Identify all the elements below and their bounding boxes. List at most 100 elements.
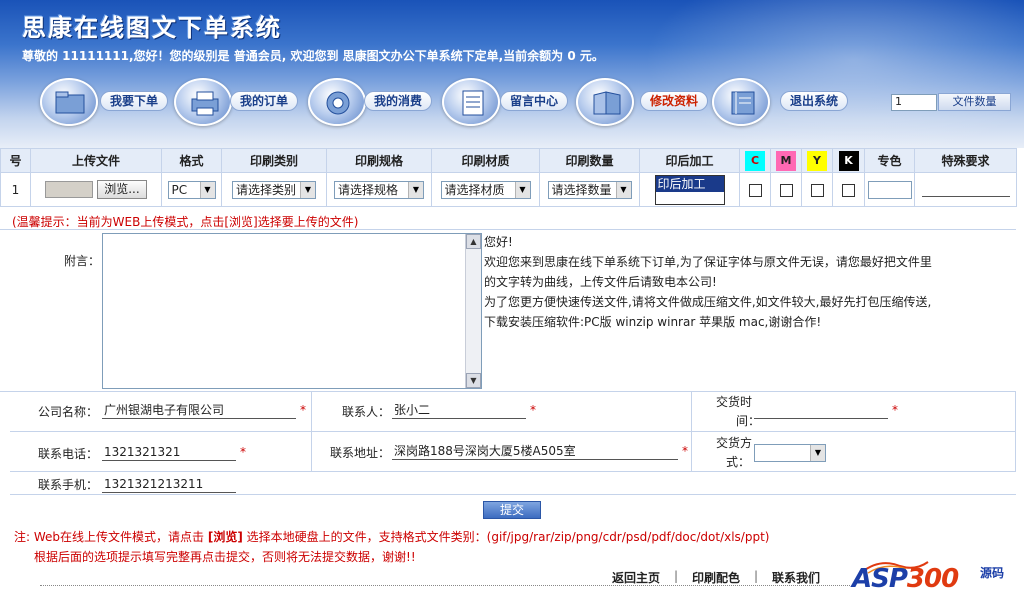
notice-line: 下载安装压缩软件:PC版 winzip winrar 苹果版 mac,谢谢合作!	[484, 315, 822, 329]
notice-line: 为了您更方便快速传送文件,请将文件做成压缩文件,如文件较大,最好先打包压缩传送,	[484, 295, 932, 309]
file-count-input[interactable]: 1	[891, 94, 937, 111]
mobile-input[interactable]: 1321321213211	[102, 477, 236, 493]
format-cell: PC ▼	[161, 172, 222, 207]
notice-text: 您好! 欢迎您来到思康在线下单系统下订单,为了保证字体与原文件无误，请您最好把文…	[484, 232, 944, 332]
cyan-checkbox[interactable]	[748, 183, 762, 197]
black-checkbox[interactable]	[842, 183, 855, 197]
order-table: 号 上传文件 格式 印刷类别 印刷规格 印刷材质 印刷数量 印后加工 C M Y…	[0, 148, 1017, 207]
special-cell	[914, 172, 1017, 207]
spot-cell	[864, 172, 915, 207]
yellow-cell	[801, 172, 833, 207]
phone-input[interactable]: 1321321321	[102, 445, 236, 461]
black-cell	[832, 172, 865, 207]
header-banner: 思康在线图文下单系统 尊敬的 11111111,您好！您的级别是 普通会员, 欢…	[0, 0, 1024, 148]
scroll-up-icon[interactable]: ▲	[466, 234, 481, 249]
nav-my-orders[interactable]: 我的订单	[230, 91, 299, 111]
browse-button[interactable]: 浏览...	[97, 180, 147, 199]
note-label: 附言：	[64, 254, 101, 268]
row-index: 1	[0, 172, 31, 207]
col-header-magenta: M	[770, 148, 802, 173]
col-header-quantity: 印刷数量	[539, 148, 640, 173]
material-cell: 请选择材质 ▼	[431, 172, 540, 207]
material-select[interactable]: 请选择材质 ▼	[440, 180, 531, 199]
delivery-method-select[interactable]: ▼	[754, 444, 826, 462]
chevron-down-icon: ▼	[615, 181, 631, 198]
book-icon[interactable]	[576, 78, 634, 126]
magenta-cell	[770, 172, 802, 207]
nav-message-center[interactable]: 留言中心	[500, 91, 569, 111]
cyan-cell	[739, 172, 771, 207]
postpress-option[interactable]: 印后加工	[655, 175, 724, 192]
category-cell: 请选择类别 ▼	[221, 172, 327, 207]
col-header-black: K	[832, 148, 865, 173]
col-header-spec: 印刷规格	[326, 148, 432, 173]
upload-hint: (温馨提示：当前为WEB上传模式，点击[浏览]选择要上传的文件)	[12, 215, 359, 229]
asp300-logo: ASP300 源码	[850, 561, 1024, 594]
delivery-time-input[interactable]	[754, 403, 888, 419]
table-row: 1 浏览... PC ▼ 请选择类别 ▼ 请选择规格 ▼ 请选择材质 ▼ 请选择数量 ▼ …	[0, 172, 1017, 207]
address-input[interactable]: 深岗路188号深岗大厦5楼A505室	[392, 444, 678, 460]
document-icon[interactable]	[442, 78, 500, 126]
note-scrollbar[interactable]: ▲ ▼	[465, 234, 481, 388]
site-title: 思康在线图文下单系统	[22, 13, 282, 42]
logo-asp: ASP	[852, 564, 908, 594]
special-request-input[interactable]	[921, 183, 1010, 197]
company-input[interactable]: 广州银湖电子有限公司	[102, 403, 296, 419]
tape-icon[interactable]	[308, 78, 366, 126]
magenta-swatch: M	[776, 150, 796, 171]
spec-select[interactable]: 请选择规格 ▼	[334, 180, 424, 199]
footer-color-link[interactable]: 印刷配色	[692, 569, 740, 586]
logo-wordmark: ASP300	[852, 564, 959, 594]
spec-value: 请选择规格	[338, 182, 399, 197]
contact-person-input[interactable]: 张小二	[392, 403, 526, 419]
company-label: 公司名称：	[38, 405, 99, 419]
magenta-checkbox[interactable]	[779, 183, 793, 197]
spot-color-input[interactable]	[867, 180, 912, 199]
col-header-upload: 上传文件	[30, 148, 162, 173]
col-header-index: 号	[0, 148, 31, 173]
footer-contact-link[interactable]: 联系我们	[772, 569, 820, 586]
note-suffix: 选择本地硬盘上的文件，支持格式文件类别：(gif/jpg/rar/zip/png…	[242, 530, 770, 544]
quantity-select[interactable]: 请选择数量 ▼	[547, 180, 632, 199]
upload-format-note: 注: Web在线上传文件模式，请点击 [浏览] 选择本地硬盘上的文件，支持格式文…	[14, 528, 769, 545]
logo-cn-text: 源码	[980, 566, 1005, 580]
chevron-down-icon: ▼	[300, 181, 315, 198]
chevron-down-icon: ▼	[199, 181, 215, 198]
col-header-postpress: 印后加工	[639, 148, 740, 173]
notebook-icon[interactable]	[712, 78, 770, 126]
category-select[interactable]: 请选择类别 ▼	[232, 180, 316, 199]
note-textarea[interactable]: ▲ ▼	[102, 233, 482, 389]
folder-icon[interactable]	[40, 78, 98, 126]
col-header-material: 印刷材质	[431, 148, 540, 173]
submit-button[interactable]: 提交	[483, 501, 541, 519]
delivery-method-label-a: 交货方	[716, 436, 753, 450]
upload-cell: 浏览...	[30, 172, 162, 207]
printer-icon[interactable]	[174, 78, 232, 126]
black-swatch: K	[838, 150, 859, 171]
main-nav: 我要下单 我的订单 我的消费 留言中心 修改资料 退出系统	[0, 78, 1024, 126]
notice-line: 的文字转为曲线，上传文件后请致电本公司!	[484, 275, 717, 289]
col-header-spot: 专色	[864, 148, 915, 173]
chevron-down-icon: ▼	[810, 445, 825, 461]
delivery-time-label-a: 交货时	[716, 395, 753, 409]
nav-logout[interactable]: 退出系统	[780, 91, 849, 111]
required-mark: *	[892, 403, 898, 417]
delivery-method-label-b: 式：	[726, 455, 751, 469]
file-path-field[interactable]	[45, 181, 94, 198]
format-select[interactable]: PC ▼	[167, 180, 216, 199]
material-value: 请选择材质	[444, 182, 505, 197]
scroll-down-icon[interactable]: ▼	[466, 373, 481, 388]
yellow-checkbox[interactable]	[810, 183, 824, 197]
nav-place-order[interactable]: 我要下单	[100, 91, 169, 111]
nav-edit-profile[interactable]: 修改资料	[640, 91, 709, 111]
nav-my-spending[interactable]: 我的消费	[364, 91, 433, 111]
chevron-down-icon: ▼	[514, 181, 530, 198]
postpress-listbox[interactable]: 印后加工	[654, 174, 725, 205]
yellow-swatch: Y	[807, 150, 827, 171]
col-header-format: 格式	[161, 148, 222, 173]
file-count-button[interactable]: 文件数量	[938, 93, 1011, 111]
notice-line: 您好!	[484, 235, 513, 249]
footer-home-link[interactable]: 返回主页	[612, 569, 660, 586]
note-prefix: 注: Web在线上传文件模式，请点击	[14, 530, 208, 544]
quantity-cell: 请选择数量 ▼	[539, 172, 640, 207]
